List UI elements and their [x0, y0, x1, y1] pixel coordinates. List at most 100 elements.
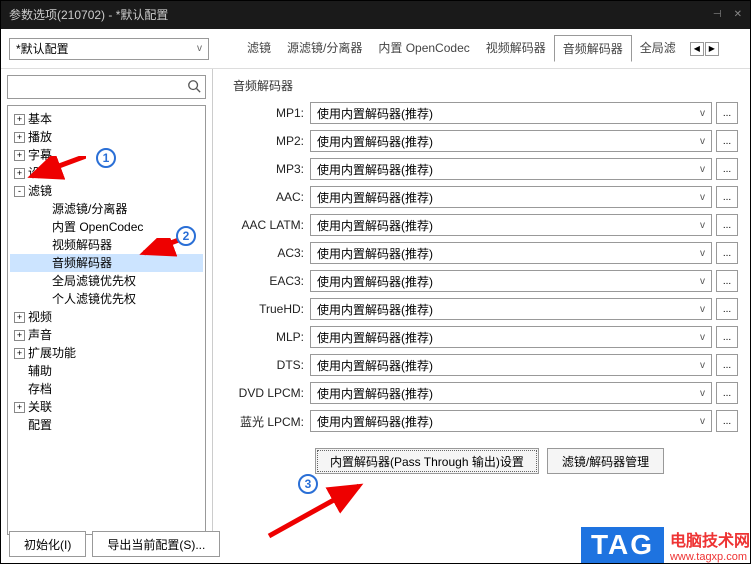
- tree-item-13[interactable]: +扩展功能: [10, 344, 203, 362]
- scroll-right-icon[interactable]: ▶: [705, 42, 719, 56]
- decoder-label: DTS:: [225, 358, 310, 372]
- decoder-select[interactable]: 使用内置解码器(推荐)v: [310, 410, 712, 432]
- tree-item-15[interactable]: 存档: [10, 380, 203, 398]
- decoder-select[interactable]: 使用内置解码器(推荐)v: [310, 270, 712, 292]
- tree-item-6[interactable]: 内置 OpenCodec: [10, 218, 203, 236]
- tab-4[interactable]: 音频解码器: [554, 35, 632, 62]
- tree-item-9[interactable]: 全局滤镜优先权: [10, 272, 203, 290]
- tree-label: 基本: [28, 110, 52, 128]
- tree-item-8[interactable]: 音频解码器: [10, 254, 203, 272]
- decoder-options-button[interactable]: ...: [716, 270, 738, 292]
- scroll-left-icon[interactable]: ◀: [690, 42, 704, 56]
- decoder-select[interactable]: 使用内置解码器(推荐)v: [310, 326, 712, 348]
- tree-label: 关联: [28, 398, 52, 416]
- tab-2[interactable]: 内置 OpenCodec: [370, 35, 477, 62]
- tree-item-14[interactable]: 辅助: [10, 362, 203, 380]
- decoder-options-button[interactable]: ...: [716, 382, 738, 404]
- expand-icon[interactable]: +: [14, 114, 25, 125]
- decoder-select[interactable]: 使用内置解码器(推荐)v: [310, 242, 712, 264]
- decoder-options-button[interactable]: ...: [716, 354, 738, 376]
- tab-3[interactable]: 视频解码器: [478, 35, 554, 62]
- decoder-options-button[interactable]: ...: [716, 130, 738, 152]
- expand-icon[interactable]: +: [14, 402, 25, 413]
- decoder-row-8: MLP:使用内置解码器(推荐)v...: [225, 326, 738, 348]
- tree-item-0[interactable]: +基本: [10, 110, 203, 128]
- collapse-icon[interactable]: -: [14, 186, 25, 197]
- pin-icon[interactable]: ⊣: [713, 1, 722, 29]
- tree-item-1[interactable]: +播放: [10, 128, 203, 146]
- footer: 初始化(I) 导出当前配置(S)...: [9, 531, 220, 557]
- decoder-select[interactable]: 使用内置解码器(推荐)v: [310, 354, 712, 376]
- decoder-label: EAC3:: [225, 274, 310, 288]
- decoder-options-button[interactable]: ...: [716, 214, 738, 236]
- tab-1[interactable]: 源滤镜/分离器: [279, 35, 370, 62]
- watermark-line2: www.tagxp.com: [670, 551, 750, 563]
- decoder-row-9: DTS:使用内置解码器(推荐)v...: [225, 354, 738, 376]
- tree-label: 全局滤镜优先权: [52, 272, 136, 290]
- decoder-label: AAC:: [225, 190, 310, 204]
- tree-item-11[interactable]: +视频: [10, 308, 203, 326]
- search-icon[interactable]: [187, 79, 201, 96]
- close-icon[interactable]: ✕: [734, 1, 742, 29]
- decoder-row-1: MP2:使用内置解码器(推荐)v...: [225, 130, 738, 152]
- decoder-value: 使用内置解码器(推荐): [317, 413, 433, 430]
- expand-icon[interactable]: +: [14, 132, 25, 143]
- decoder-value: 使用内置解码器(推荐): [317, 189, 433, 206]
- tree-label: 声音: [28, 326, 52, 344]
- annotation-badge-1: 1: [96, 148, 116, 168]
- tree-label: 字幕: [28, 146, 52, 164]
- config-dropdown[interactable]: *默认配置 v: [9, 38, 209, 60]
- decoder-options-button[interactable]: ...: [716, 102, 738, 124]
- tree-item-16[interactable]: +关联: [10, 398, 203, 416]
- initialize-button[interactable]: 初始化(I): [9, 531, 86, 557]
- decoder-options-button[interactable]: ...: [716, 410, 738, 432]
- decoder-options-button[interactable]: ...: [716, 158, 738, 180]
- expand-icon[interactable]: +: [14, 168, 25, 179]
- chevron-down-icon: v: [700, 108, 705, 119]
- decoder-label: DVD LPCM:: [225, 386, 310, 400]
- search-input[interactable]: [12, 80, 187, 94]
- decoder-value: 使用内置解码器(推荐): [317, 217, 433, 234]
- tab-bar: 滤镜源滤镜/分离器内置 OpenCodec视频解码器音频解码器全局滤: [239, 35, 684, 62]
- expand-icon[interactable]: +: [14, 348, 25, 359]
- decoder-select[interactable]: 使用内置解码器(推荐)v: [310, 158, 712, 180]
- decoder-options-button[interactable]: ...: [716, 298, 738, 320]
- decoder-options-button[interactable]: ...: [716, 242, 738, 264]
- search-box[interactable]: [7, 75, 206, 99]
- bottom-buttons: 内置解码器(Pass Through 输出)设置 滤镜/解码器管理: [225, 448, 738, 474]
- manage-filters-button[interactable]: 滤镜/解码器管理: [547, 448, 664, 474]
- decoder-label: MLP:: [225, 330, 310, 344]
- decoder-options-button[interactable]: ...: [716, 326, 738, 348]
- decoder-row-3: AAC: 使用内置解码器(推荐) v...: [225, 186, 738, 208]
- tree-item-12[interactable]: +声音: [10, 326, 203, 344]
- decoder-select[interactable]: 使用内置解码器(推荐)v: [310, 382, 712, 404]
- tree-label: 内置 OpenCodec: [52, 218, 143, 236]
- expand-icon[interactable]: +: [14, 150, 25, 161]
- tab-0[interactable]: 滤镜: [239, 35, 279, 62]
- expand-icon[interactable]: +: [14, 312, 25, 323]
- tree-item-17[interactable]: 配置: [10, 416, 203, 434]
- decoder-select[interactable]: 使用内置解码器(推荐)v: [310, 214, 712, 236]
- expand-icon[interactable]: +: [14, 330, 25, 341]
- decoder-row-10: DVD LPCM:使用内置解码器(推荐)v...: [225, 382, 738, 404]
- decoder-select[interactable]: 使用内置解码器(推荐)v: [310, 130, 712, 152]
- tree-label: 源滤镜/分离器: [52, 200, 127, 218]
- chevron-down-icon: v: [700, 192, 705, 203]
- tree-item-10[interactable]: 个人滤镜优先权: [10, 290, 203, 308]
- chevron-down-icon: v: [700, 388, 705, 399]
- decoder-options-button[interactable]: ...: [716, 186, 738, 208]
- watermark: TAG 电脑技术网 www.tagxp.com: [581, 527, 750, 563]
- decoder-value: 使用内置解码器(推荐): [317, 161, 433, 178]
- tree-item-4[interactable]: -滤镜: [10, 182, 203, 200]
- decoder-select[interactable]: 使用内置解码器(推荐)v: [310, 298, 712, 320]
- tree-item-5[interactable]: 源滤镜/分离器: [10, 200, 203, 218]
- decoder-select[interactable]: 使用内置解码器(推荐) v: [310, 186, 712, 208]
- decoder-label: AC3:: [225, 246, 310, 260]
- tab-5[interactable]: 全局滤: [632, 35, 684, 62]
- decoder-select[interactable]: 使用内置解码器(推荐)v: [310, 102, 712, 124]
- tree-label: 扩展功能: [28, 344, 76, 362]
- window-title: 参数选项(210702) - *默认配置: [9, 1, 168, 29]
- tree-item-7[interactable]: 视频解码器: [10, 236, 203, 254]
- export-config-button[interactable]: 导出当前配置(S)...: [92, 531, 220, 557]
- passthrough-button[interactable]: 内置解码器(Pass Through 输出)设置: [315, 448, 539, 474]
